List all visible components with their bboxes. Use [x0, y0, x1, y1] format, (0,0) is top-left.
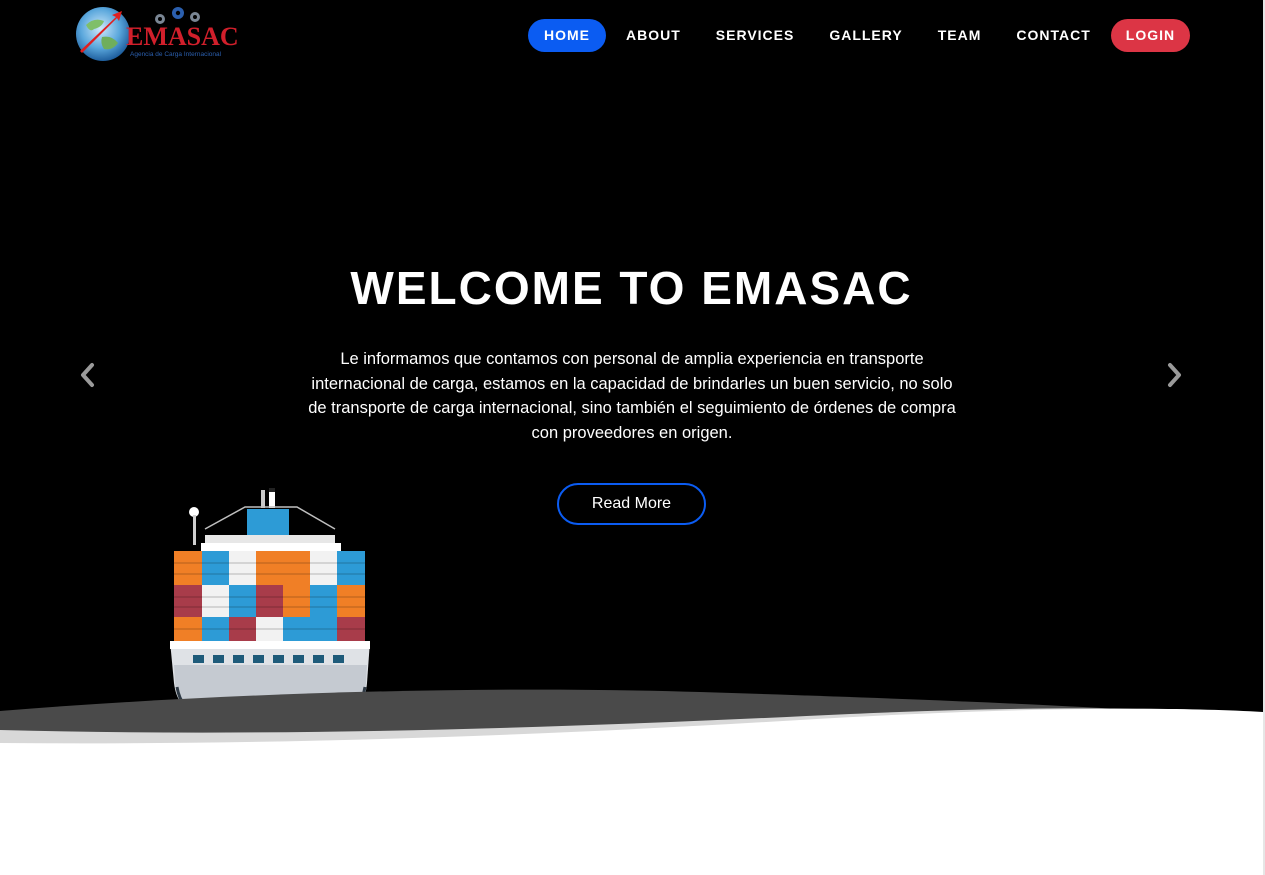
nav-services[interactable]: SERVICES	[700, 19, 811, 52]
nav-about[interactable]: ABOUT	[610, 19, 697, 52]
hero-description: Le informamos que contamos con personal …	[308, 350, 956, 442]
nav-gallery[interactable]: GALLERY	[813, 19, 918, 52]
nav-home[interactable]: HOME	[528, 18, 606, 52]
emasac-logo[interactable]: EMASAC Agencia de Carga Internacional	[72, 3, 244, 65]
login-button[interactable]: LOGIN	[1110, 18, 1191, 52]
main-nav: HOME ABOUT SERVICES GALLERY TEAM CONTACT…	[528, 18, 1191, 52]
logo-tagline: Agencia de Carga Internacional	[130, 51, 222, 58]
wave-divider	[0, 689, 1263, 745]
nav-contact[interactable]: CONTACT	[1000, 19, 1106, 52]
container-ship-illustration	[170, 488, 370, 715]
read-more-button[interactable]: Read More	[557, 483, 706, 525]
chevron-right-icon[interactable]	[1159, 360, 1189, 390]
chevron-left-icon[interactable]	[73, 360, 103, 390]
hero-title: WELCOME TO EMASAC	[350, 262, 913, 314]
logo-wordmark: EMASAC	[126, 22, 239, 51]
nav-team[interactable]: TEAM	[922, 19, 998, 52]
hero-slider: EMASAC Agencia de Carga Internacional HO…	[0, 0, 1263, 745]
